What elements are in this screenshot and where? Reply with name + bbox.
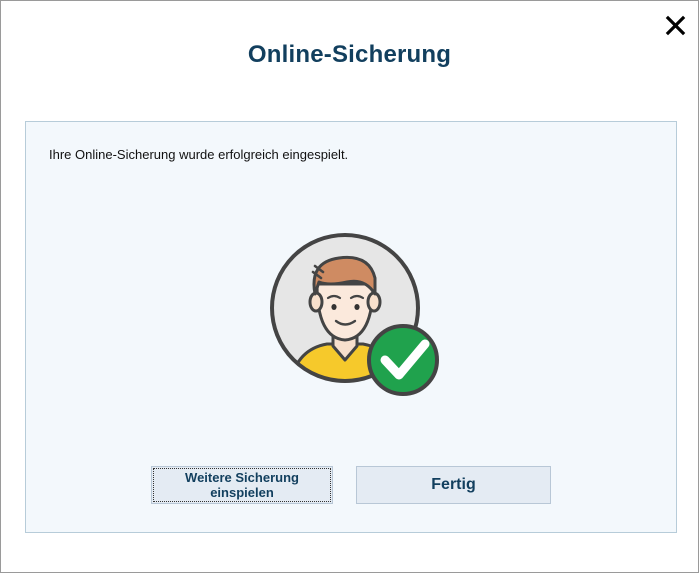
- done-button[interactable]: Fertig: [356, 466, 551, 504]
- dialog-window: Online-Sicherung Ihre Online-Sicherung w…: [0, 0, 699, 573]
- restore-another-backup-label: Weitere Sicherung einspielen: [185, 470, 299, 500]
- dialog-title: Online-Sicherung: [247, 41, 452, 68]
- close-button[interactable]: [663, 13, 689, 39]
- content-panel: Ihre Online-Sicherung wurde erfolgreich …: [25, 121, 677, 533]
- close-icon: [665, 15, 686, 36]
- success-message: Ihre Online-Sicherung wurde erfolgreich …: [49, 147, 349, 162]
- restore-another-backup-button[interactable]: Weitere Sicherung einspielen: [151, 466, 333, 504]
- user-avatar-with-checkmark-icon: [269, 232, 449, 402]
- done-label: Fertig: [431, 476, 476, 493]
